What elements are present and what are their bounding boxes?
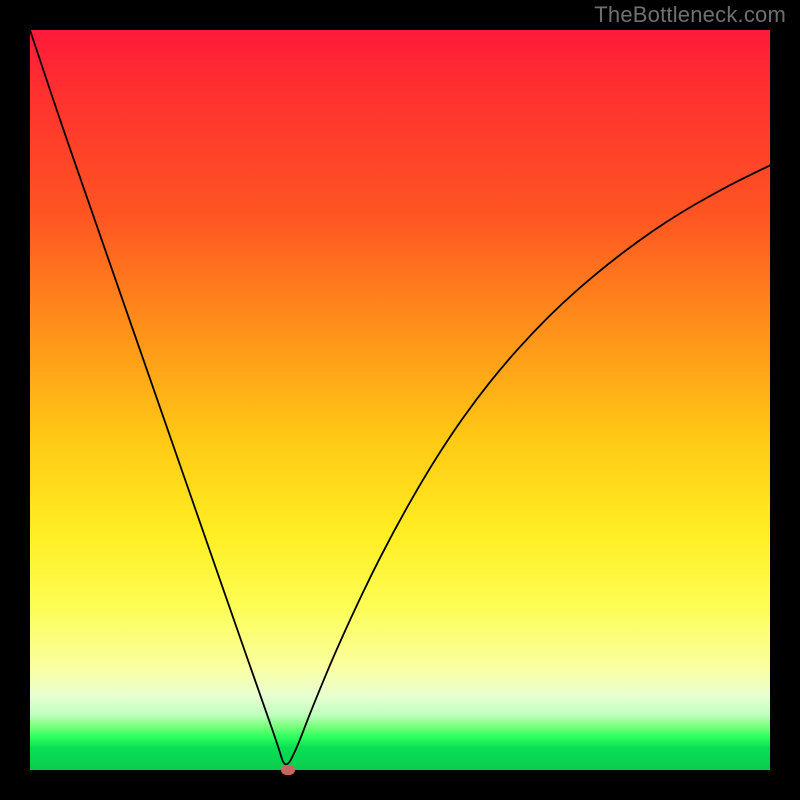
chart-frame: TheBottleneck.com xyxy=(0,0,800,800)
watermark-text: TheBottleneck.com xyxy=(594,2,786,28)
vertex-marker xyxy=(281,765,295,775)
plot-area xyxy=(30,30,770,770)
bottleneck-curve xyxy=(30,30,770,770)
curve-path xyxy=(30,30,770,764)
